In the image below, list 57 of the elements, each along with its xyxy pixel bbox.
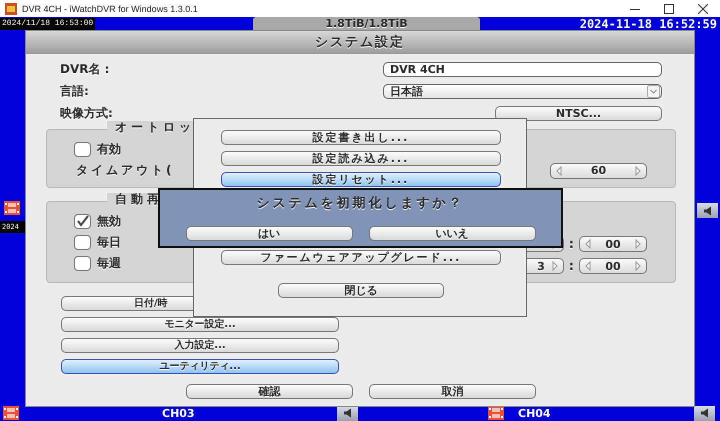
timeout-label: タイムアウト( bbox=[76, 162, 174, 179]
checkbox[interactable] bbox=[74, 256, 91, 270]
checkbox-label: 有効 bbox=[97, 140, 121, 158]
input-field[interactable]: DVR 4CH bbox=[383, 62, 662, 77]
menu-button[interactable]: 入力設定... bbox=[61, 338, 339, 353]
time-separator: : bbox=[568, 258, 574, 274]
menu-item[interactable]: 設定リセット... bbox=[221, 172, 501, 187]
close-icon[interactable] bbox=[698, 4, 708, 14]
field-label: 言語: bbox=[60, 83, 90, 100]
field-label: DVR名 : bbox=[60, 61, 110, 78]
checkbox[interactable] bbox=[74, 142, 91, 156]
left-arrow-icon[interactable] bbox=[584, 261, 592, 271]
no-button[interactable]: いいえ bbox=[368, 226, 536, 241]
close-button[interactable]: 閉じる bbox=[278, 283, 444, 298]
confirm-button[interactable]: 確認 bbox=[186, 384, 353, 399]
channel-label: CH03 bbox=[162, 406, 196, 420]
speaker-button[interactable] bbox=[694, 406, 715, 420]
channel-label: CH04 bbox=[518, 406, 552, 420]
speaker-icon bbox=[702, 206, 712, 216]
right-arrow-icon[interactable] bbox=[634, 239, 642, 249]
yes-button[interactable]: はい bbox=[186, 226, 352, 241]
timestamp: 2024/11/18 16:53:00 bbox=[0, 18, 95, 30]
menu-item[interactable]: ファームウェアアップグレード... bbox=[221, 250, 501, 265]
timeout-spinner[interactable]: 60 bbox=[550, 162, 647, 178]
minute-spinner[interactable]: 00 bbox=[579, 258, 647, 274]
caret-icon bbox=[647, 85, 660, 98]
menu-button[interactable]: モニター設定... bbox=[61, 317, 339, 332]
left-arrow-icon[interactable] bbox=[584, 239, 592, 249]
video-format-button[interactable]: NTSC... bbox=[495, 106, 662, 121]
menu-button[interactable]: ユーティリティ... bbox=[61, 359, 339, 374]
cancel-button[interactable]: 取消 bbox=[369, 384, 536, 399]
menu-item[interactable]: 設定読み込み... bbox=[221, 151, 501, 166]
clock: 2024-11-18 16:52:59 bbox=[580, 17, 717, 31]
speaker-button[interactable] bbox=[697, 203, 718, 218]
left-arrow-icon[interactable] bbox=[555, 166, 563, 176]
time-separator: : bbox=[568, 236, 574, 252]
dialog-title: システム設定 bbox=[26, 31, 694, 54]
dropdown[interactable]: 日本語 bbox=[383, 84, 662, 99]
checkbox-label: 毎週 bbox=[97, 254, 121, 272]
right-arrow-icon[interactable] bbox=[634, 261, 642, 271]
checkbox-label: 無効 bbox=[97, 212, 121, 230]
film-icon[interactable] bbox=[4, 201, 20, 215]
checkbox[interactable] bbox=[74, 234, 91, 250]
film-icon[interactable] bbox=[3, 406, 19, 420]
maximize-icon[interactable] bbox=[664, 4, 674, 14]
menu-item[interactable]: 設定書き出し... bbox=[221, 130, 501, 145]
speaker-icon bbox=[700, 408, 710, 418]
right-arrow-icon[interactable] bbox=[550, 261, 559, 271]
film-icon[interactable] bbox=[488, 406, 504, 420]
checkbox-label: 毎日 bbox=[97, 234, 121, 250]
field-label: 映像方式: bbox=[60, 105, 114, 122]
window-title: DVR 4CH - iWatchDVR for Windows 1.3.0.1 bbox=[22, 4, 198, 14]
minute-spinner[interactable]: 00 bbox=[579, 236, 647, 252]
right-arrow-icon[interactable] bbox=[634, 166, 642, 176]
confirm-message: システムを初期化しますか？ bbox=[256, 196, 464, 212]
app-icon bbox=[5, 2, 17, 14]
checkbox[interactable] bbox=[74, 214, 91, 228]
